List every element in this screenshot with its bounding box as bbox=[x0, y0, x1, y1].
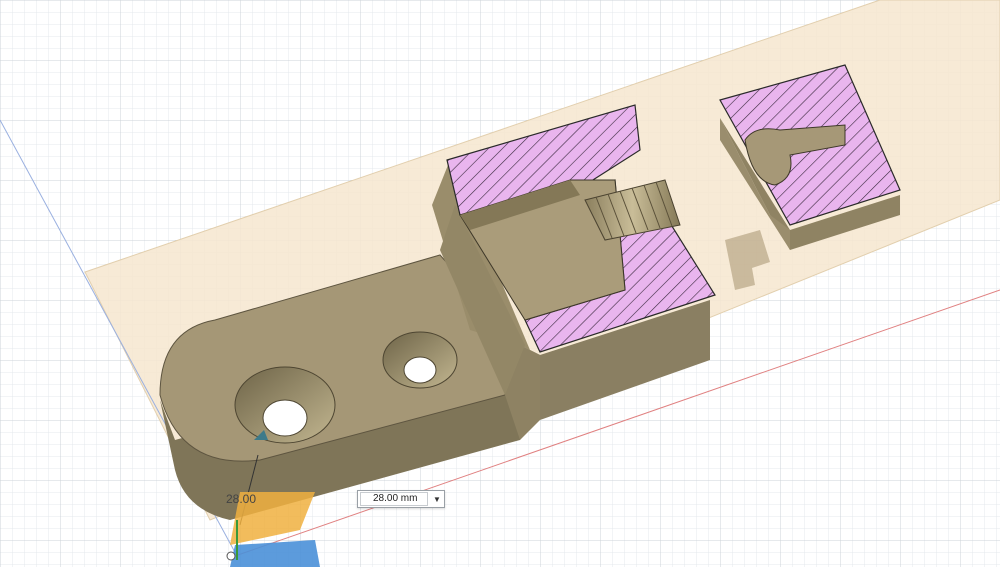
countersink-hole-large[interactable] bbox=[234, 366, 336, 444]
countersink-hole-small[interactable] bbox=[382, 331, 458, 389]
3d-viewport-canvas[interactable] bbox=[0, 0, 1000, 567]
caret-down-icon[interactable]: ▼ bbox=[430, 495, 444, 504]
dimension-label: 28.00 bbox=[226, 492, 257, 506]
dimension-value-input[interactable]: 28.00 mm ▼ bbox=[357, 490, 445, 508]
dimension-value-field[interactable]: 28.00 mm bbox=[360, 492, 428, 506]
